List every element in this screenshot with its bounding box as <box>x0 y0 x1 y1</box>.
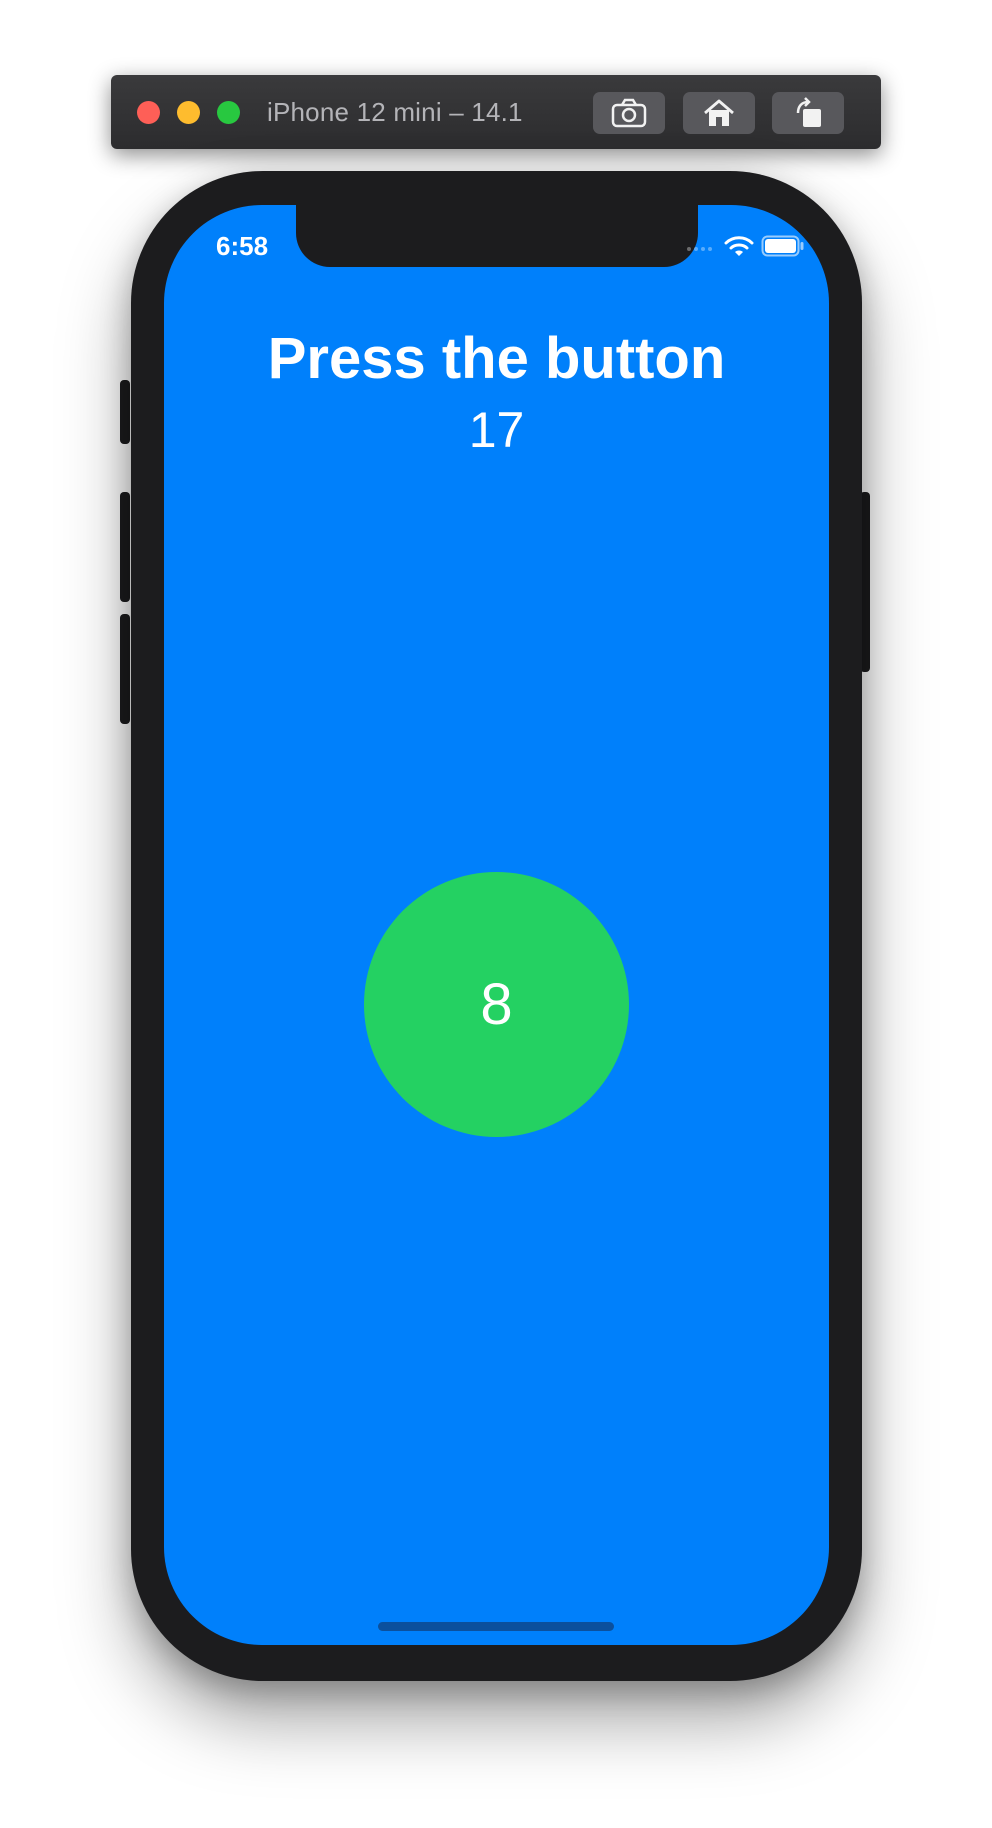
simulator-window: iPhone 12 mini – 14.1 6:58 Press the but… <box>0 0 992 1828</box>
press-count: 17 <box>468 402 525 458</box>
rotate-icon <box>796 97 821 127</box>
battery-icon <box>761 235 804 257</box>
close-window-button[interactable] <box>137 101 160 124</box>
screenshot-button[interactable] <box>593 92 665 134</box>
page-title: Press the button <box>267 326 726 391</box>
simulator-title: iPhone 12 mini – 14.1 <box>267 97 523 127</box>
wifi-icon <box>724 236 754 256</box>
notch <box>296 205 698 267</box>
simulator-toolbar: iPhone 12 mini – 14.1 <box>111 75 881 149</box>
camera-icon <box>611 98 647 128</box>
rotate-button[interactable] <box>772 92 844 134</box>
mute-switch <box>120 380 130 444</box>
home-indicator[interactable] <box>378 1622 614 1631</box>
press-button[interactable]: 8 <box>364 872 629 1137</box>
zoom-window-button[interactable] <box>217 101 240 124</box>
cellular-signal-icon <box>687 247 712 251</box>
minimize-window-button[interactable] <box>177 101 200 124</box>
volume-up-button <box>120 492 130 602</box>
home-icon <box>704 99 734 126</box>
device-screen: 6:58 Press the button 17 8 <box>164 205 829 1645</box>
volume-down-button <box>120 614 130 724</box>
home-button[interactable] <box>683 92 755 134</box>
press-button-label: 8 <box>480 972 513 1037</box>
status-time: 6:58 <box>216 231 269 261</box>
